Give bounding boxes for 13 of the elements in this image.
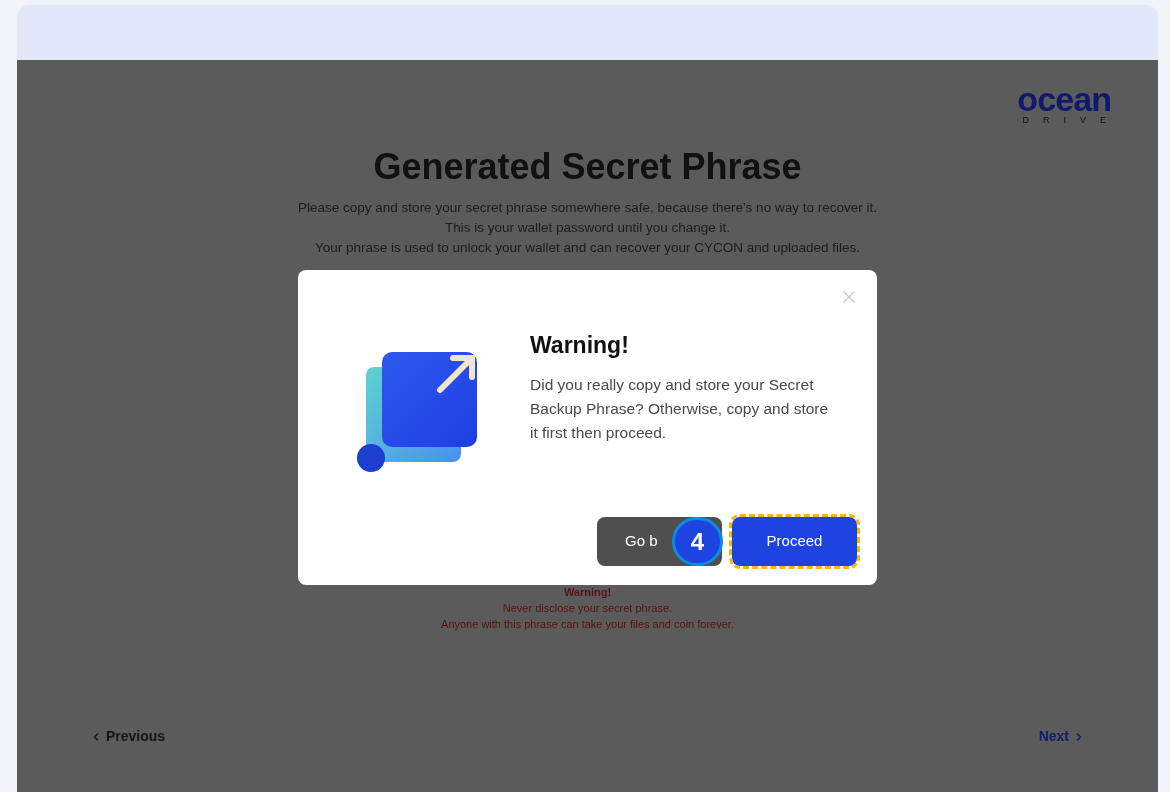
proceed-button[interactable]: Proceed [732, 517, 857, 566]
logo: ocean DRIVE [1016, 84, 1120, 126]
warning-text: Anyone with this phrase can take your files and coin forever. [441, 617, 734, 632]
dialog-message: Did you really copy and store your Secret Backup Phrase? Otherwise, copy and store it first then proceed. [530, 374, 830, 443]
step-badge[interactable]: 4 [672, 517, 723, 566]
page-title: Generated Secret Phrase [373, 145, 802, 189]
intro-text: Your phrase is used to unlock your wallet and can recover your CYCON and uploaded files. [314, 239, 861, 257]
dialog-title: Warning! [530, 331, 630, 360]
warning-title: Warning! [563, 585, 612, 600]
intro-text: Please copy and store your secret phrase somewhere safe, because there's no way to recover it. [298, 199, 877, 217]
warning-text: Never disclose your secret phrase. [502, 601, 673, 616]
go-back-button[interactable]: Go b 4 [597, 517, 722, 566]
intro-text: This is your wallet password until you change it. [444, 219, 731, 237]
